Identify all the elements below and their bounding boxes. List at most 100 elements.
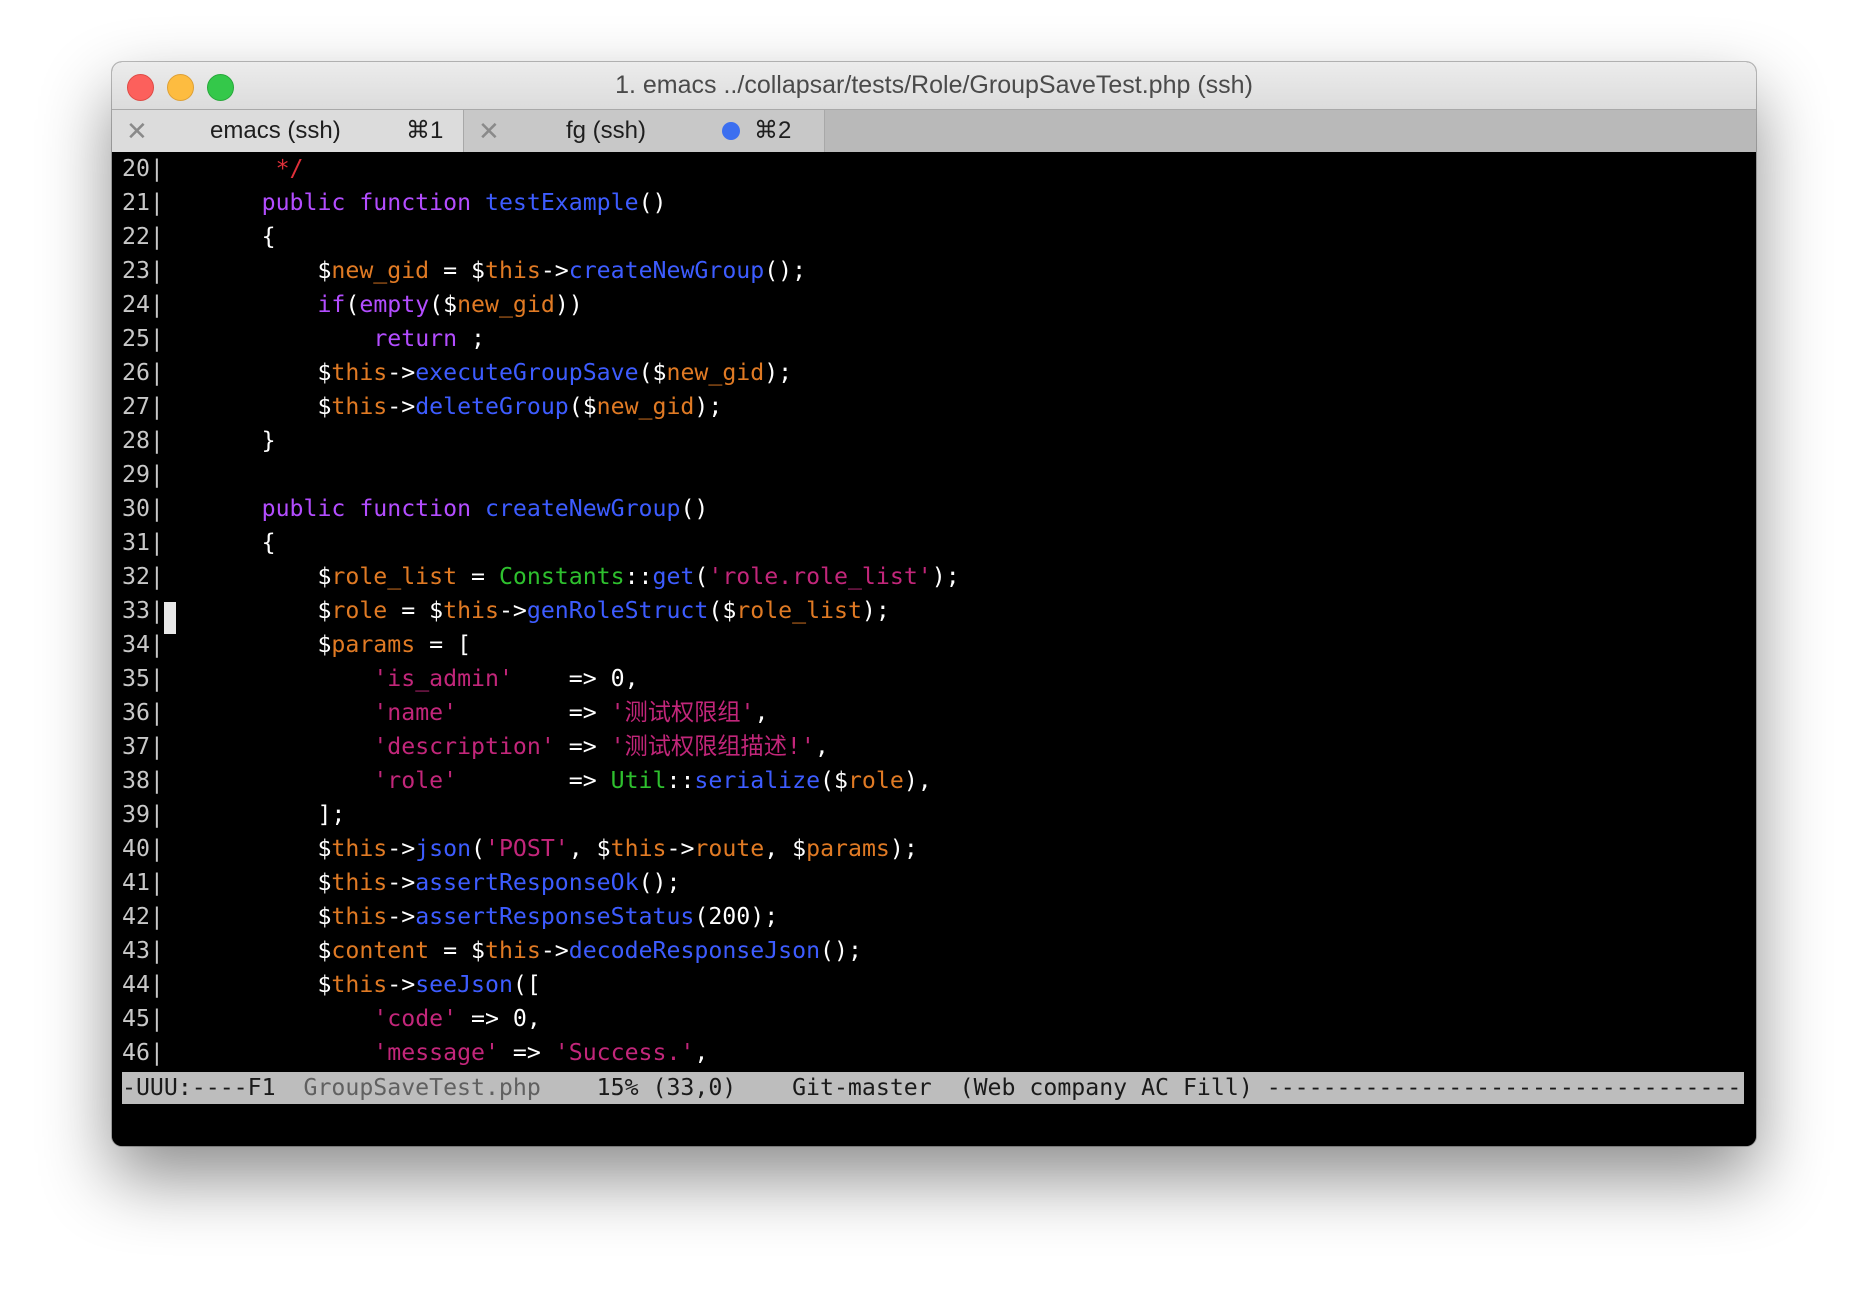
code-line[interactable]: 31| { (122, 526, 276, 560)
tab-close-icon[interactable]: ✕ (478, 110, 500, 152)
code-line[interactable]: 24| if(empty($new_gid)) (122, 288, 583, 322)
code-token-variable: params (806, 835, 890, 862)
line-number: 45| (122, 1005, 164, 1032)
code-token-string: 'role' (373, 767, 458, 794)
code-token-method: createNewGroup (568, 257, 765, 284)
line-number: 22| (122, 223, 164, 250)
code-token-default: -> (498, 597, 527, 624)
code-token-variable: this (331, 393, 388, 420)
gutter-gap (164, 1005, 206, 1032)
code-line[interactable]: 21| public function testExample() (122, 186, 666, 220)
code-token-variable: params (331, 631, 416, 658)
code-line[interactable]: 30| public function createNewGroup() (122, 492, 708, 526)
modeline-status: -UUU:----F1 (122, 1074, 304, 1101)
code-token-default: ($ (568, 393, 597, 420)
code-token-variable: this (485, 937, 541, 964)
code-line[interactable]: 36| 'name' => '测试权限组', (122, 696, 768, 730)
tab-emacs-ssh[interactable]: ✕ emacs (ssh) ⌘1 (112, 110, 464, 152)
code-token-default: -> (387, 393, 416, 420)
line-number: 46| (122, 1039, 164, 1066)
code-token-default: (); (764, 257, 807, 284)
code-token-default: ($ (820, 767, 848, 794)
code-token-default: $ (205, 359, 332, 386)
line-number: 44| (122, 971, 164, 998)
line-number: 31| (122, 529, 164, 556)
code-token-variable: new_gid (457, 291, 555, 318)
code-token-class: Constants (498, 563, 625, 590)
code-token-keyword: public function (261, 189, 485, 216)
code-line[interactable]: 40| $this->json('POST', $this->route, $p… (122, 832, 918, 866)
code-line[interactable]: 45| 'code' => 0, (122, 1002, 541, 1036)
code-token-string: 'message' (373, 1039, 499, 1066)
code-token-string: 'POST' (485, 835, 569, 862)
line-number: 41| (122, 869, 164, 896)
code-line[interactable]: 46| 'message' => 'Success.', (122, 1036, 708, 1070)
code-token-keyword: return (373, 325, 458, 352)
line-number: 27| (122, 393, 164, 420)
tab-label: fg (ssh) (566, 117, 647, 144)
editor-buffer[interactable]: -UUU:----F1 GroupSaveTest.php 15% (33,0)… (112, 152, 1756, 1146)
code-token-variable: route (694, 835, 765, 862)
code-line[interactable]: 43| $content = $this->decodeResponseJson… (122, 934, 862, 968)
code-token-variable: content (331, 937, 430, 964)
code-line[interactable]: 35| 'is_admin' => 0, (122, 662, 639, 696)
code-token-string: 'description' (373, 733, 555, 760)
code-token-default (206, 1005, 374, 1032)
code-token-default: ); (889, 835, 918, 862)
line-number: 26| (122, 359, 164, 386)
gutter-gap (164, 903, 206, 930)
code-line[interactable]: 41| $this->assertResponseOk(); (122, 866, 680, 900)
code-line[interactable]: 26| $this->executeGroupSave($new_gid); (122, 356, 792, 390)
code-line[interactable]: 39| ]; (122, 798, 345, 832)
gutter-gap (164, 461, 206, 488)
code-token-string: 'role.role_list' (708, 563, 932, 590)
code-token-default: ([ (512, 971, 541, 998)
code-line[interactable]: 44| $this->seeJson([ (122, 968, 541, 1002)
code-token-method: decodeResponseJson (568, 937, 821, 964)
code-token-default: ); (861, 597, 890, 624)
code-line[interactable]: 42| $this->assertResponseStatus(200); (122, 900, 778, 934)
code-line[interactable]: 37| 'description' => '测试权限组描述!', (122, 730, 829, 764)
code-token-default (206, 155, 262, 182)
gutter-gap (164, 325, 206, 352)
code-line[interactable]: 22| { (122, 220, 276, 254)
code-line[interactable]: 33| $role = $this->genRoleStruct($role_l… (122, 594, 890, 628)
activity-dot-icon (722, 122, 740, 140)
code-line[interactable]: 20| */ (122, 152, 304, 186)
code-line[interactable]: 27| $this->deleteGroup($new_gid); (122, 390, 722, 424)
code-line[interactable]: 32| $role_list = Constants::get('role.ro… (122, 560, 960, 594)
code-line[interactable]: 28| } (122, 424, 276, 458)
code-token-default: -> (387, 971, 416, 998)
code-token-default (206, 495, 262, 522)
code-token-variable: this (331, 869, 388, 896)
code-token-default: } (205, 427, 276, 454)
line-number: 40| (122, 835, 164, 862)
code-line[interactable]: 29| (122, 458, 206, 492)
code-token-variable: this (610, 835, 667, 862)
code-token-default: ($ (638, 359, 667, 386)
line-number: 25| (122, 325, 164, 352)
code-token-method: get (652, 563, 695, 590)
title-bar[interactable]: 1. emacs ../collapsar/tests/Role/GroupSa… (112, 62, 1756, 109)
code-line[interactable]: 25| return ; (122, 322, 485, 356)
tab-fg-ssh[interactable]: ✕ fg (ssh) ⌘2 (464, 110, 825, 152)
code-token-comment: */ (261, 155, 304, 182)
code-token-default: ( (471, 835, 485, 862)
code-token-default: $ (205, 869, 332, 896)
code-token-default: { (205, 223, 276, 250)
code-line[interactable]: 34| $params = [ (122, 628, 471, 662)
code-token-default: , $ (568, 835, 611, 862)
code-line[interactable]: 38| 'role' => Util::serialize($role), (122, 764, 932, 798)
code-token-variable: new_gid (331, 257, 430, 284)
code-token-default: , (694, 1039, 709, 1066)
window-title: 1. emacs ../collapsar/tests/Role/GroupSa… (615, 71, 1253, 99)
code-token-variable: new_gid (596, 393, 695, 420)
code-line[interactable]: 23| $new_gid = $this->createNewGroup(); (122, 254, 806, 288)
code-token-method: deleteGroup (415, 393, 569, 420)
tab-close-icon[interactable]: ✕ (126, 110, 148, 152)
code-token-default: = $ (387, 597, 444, 624)
code-token-variable: this (331, 359, 388, 386)
code-token-variable: this (331, 903, 388, 930)
code-token-method: seeJson (415, 971, 513, 998)
code-token-default: $ (205, 937, 332, 964)
